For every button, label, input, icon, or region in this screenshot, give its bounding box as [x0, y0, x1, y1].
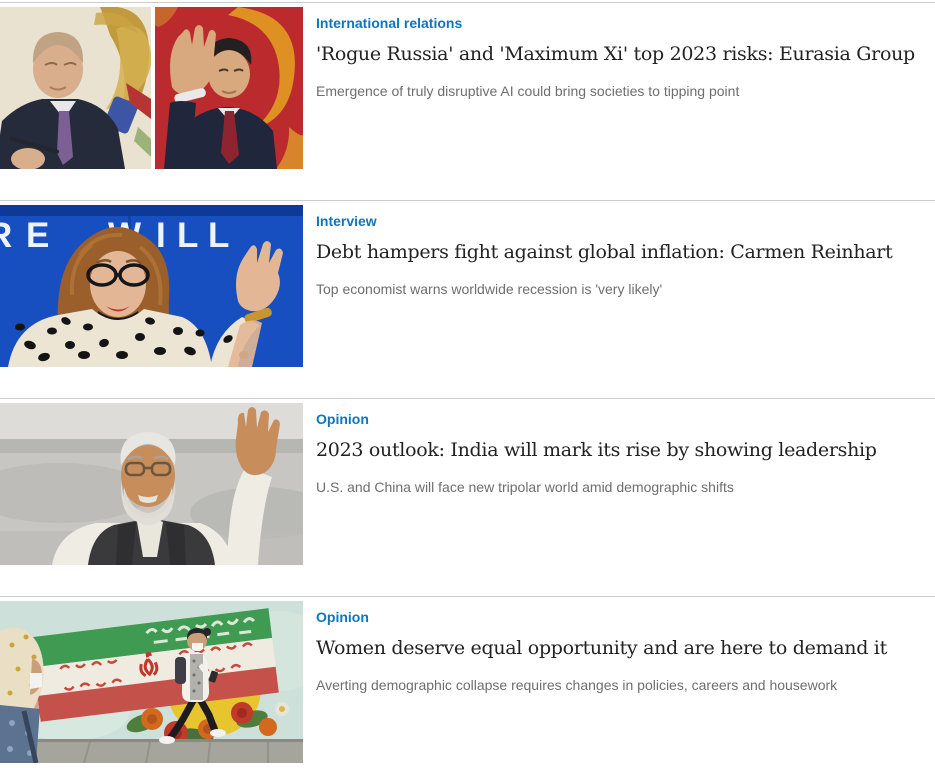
svg-text:L: L: [208, 216, 229, 255]
article-headline[interactable]: 2023 outlook: India will mark its rise b…: [316, 437, 925, 463]
article-headline[interactable]: Women deserve equal opportunity and are …: [316, 635, 925, 661]
article-category[interactable]: Interview: [316, 213, 925, 230]
article-headline[interactable]: 'Rogue Russia' and 'Maximum Xi' top 2023…: [316, 41, 925, 67]
article-text: Opinion 2023 outlook: India will mark it…: [316, 399, 935, 496]
article-category[interactable]: Opinion: [316, 609, 925, 626]
article-summary: Top economist warns worldwide recession …: [316, 280, 925, 298]
news-feed: International relations 'Rogue Russia' a…: [0, 0, 935, 768]
article-thumbnail-putin-xi[interactable]: [0, 7, 303, 169]
article-category[interactable]: Opinion: [316, 411, 925, 428]
svg-text:L: L: [177, 216, 198, 255]
article-row-putin-xi[interactable]: International relations 'Rogue Russia' a…: [0, 2, 935, 200]
putin-xi-photo: [0, 7, 303, 169]
article-summary: Emergence of truly disruptive AI could b…: [316, 82, 925, 100]
modi-photo: [0, 403, 303, 565]
article-summary: Averting demographic collapse requires c…: [316, 676, 925, 694]
article-summary: U.S. and China will face new tripolar wo…: [316, 478, 925, 496]
article-text: Opinion Women deserve equal opportunity …: [316, 597, 935, 694]
article-row-iran-mural[interactable]: Opinion Women deserve equal opportunity …: [0, 596, 935, 768]
svg-text:R: R: [0, 216, 12, 255]
article-category[interactable]: International relations: [316, 15, 925, 32]
article-thumbnail-iran-mural[interactable]: [0, 601, 303, 763]
article-thumbnail-reinhart[interactable]: R E W I L L: [0, 205, 303, 367]
carmen-reinhart-photo: R E W I L L: [0, 205, 303, 367]
article-row-modi[interactable]: Opinion 2023 outlook: India will mark it…: [0, 398, 935, 596]
article-row-reinhart[interactable]: R E W I L L: [0, 200, 935, 398]
article-headline[interactable]: Debt hampers fight against global inflat…: [316, 239, 925, 265]
iran-flag-mural-photo: [0, 601, 303, 763]
article-thumbnail-modi[interactable]: [0, 403, 303, 565]
svg-text:E: E: [26, 216, 49, 255]
article-text: International relations 'Rogue Russia' a…: [316, 3, 935, 100]
article-text: Interview Debt hampers fight against glo…: [316, 201, 935, 298]
